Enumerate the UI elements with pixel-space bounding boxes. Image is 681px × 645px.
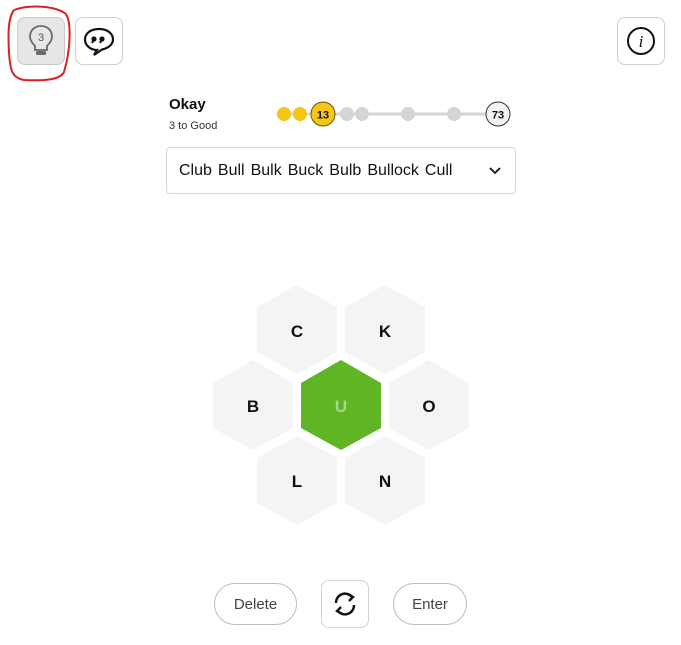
svg-text:K: K — [379, 322, 392, 341]
hive-cell-n[interactable]: N — [345, 436, 425, 525]
rank-name: Okay — [169, 96, 206, 113]
found-word: Bull — [217, 161, 245, 179]
progress-dot — [355, 107, 369, 121]
hive-cell-k[interactable]: K — [345, 285, 425, 374]
svg-text:N: N — [379, 472, 391, 491]
info-button[interactable]: i — [617, 17, 665, 65]
hive-cell-c[interactable]: C — [257, 285, 337, 374]
shuffle-button[interactable] — [321, 580, 369, 628]
hive-cell-o[interactable]: O — [389, 360, 469, 450]
found-word: Bulk — [250, 161, 282, 179]
found-word: Bullock — [367, 161, 419, 179]
found-word: Bulb — [329, 161, 362, 179]
progress-dot — [340, 107, 354, 121]
svg-text:O: O — [422, 397, 435, 416]
rank-subtitle: 3 to Good — [169, 120, 218, 132]
hint-button[interactable]: 3 — [17, 17, 65, 65]
max-score: 73 — [492, 110, 504, 122]
found-word: Cull — [424, 161, 453, 179]
found-words-dropdown[interactable]: Club Bull Bulk Buck Bulb Bullock Cull — [166, 147, 516, 194]
svg-text:L: L — [292, 472, 302, 491]
quote-button[interactable] — [75, 17, 123, 65]
hive-cell-b[interactable]: B — [213, 360, 293, 450]
progress-dot — [277, 107, 291, 121]
progress-dot — [401, 107, 415, 121]
svg-text:U: U — [335, 397, 347, 416]
svg-text:B: B — [247, 397, 259, 416]
enter-button[interactable]: Enter — [393, 583, 467, 625]
found-words-list: Club Bull Bulk Buck Bulb Bullock Cull — [179, 162, 458, 180]
chevron-down-icon[interactable] — [487, 163, 503, 179]
shuffle-icon — [334, 592, 356, 616]
found-word: Buck — [287, 161, 324, 179]
current-score: 13 — [317, 110, 329, 122]
lightbulb-icon: 3 — [29, 25, 53, 55]
hive-cell-center-u[interactable]: U — [301, 360, 381, 450]
hive-cell-l[interactable]: L — [257, 436, 337, 525]
hint-count: 3 — [38, 32, 44, 44]
progress-dot — [447, 107, 461, 121]
svg-text:C: C — [291, 322, 303, 341]
speech-bubble-icon — [83, 27, 115, 56]
svg-text:i: i — [639, 32, 644, 51]
delete-button[interactable]: Delete — [214, 583, 297, 625]
rank-progress-bar[interactable]: 13 73 — [270, 98, 520, 132]
letter-hive: C K B U O L N — [213, 285, 469, 525]
info-icon: i — [627, 27, 655, 55]
found-word: Club — [179, 161, 212, 179]
progress-dot — [293, 107, 307, 121]
